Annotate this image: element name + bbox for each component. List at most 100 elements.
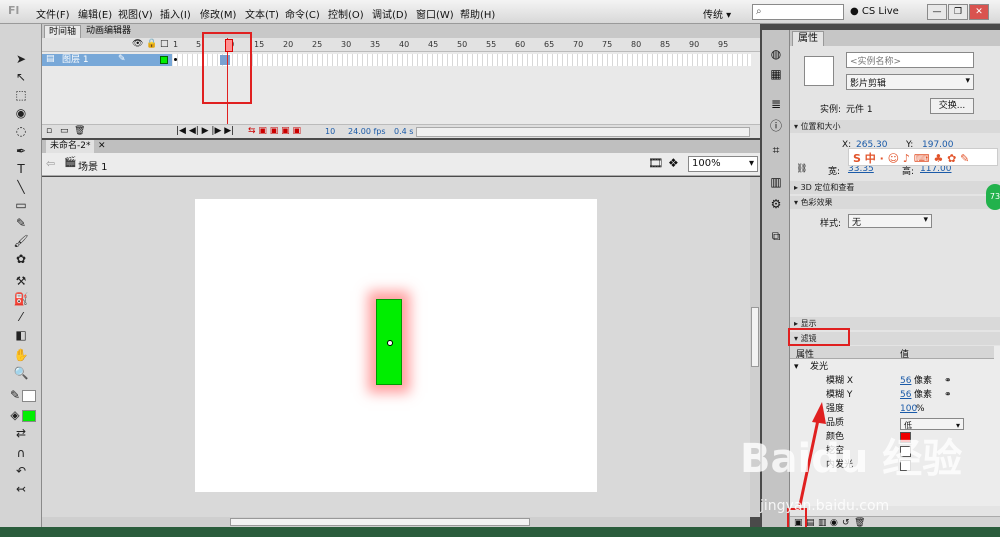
menu-window[interactable]: 窗口(W) <box>416 6 454 21</box>
menu-debug[interactable]: 调试(D) <box>372 6 408 21</box>
movie-clip-instance[interactable] <box>376 299 402 385</box>
3d-rotation-tool-icon[interactable]: ◉ <box>12 104 30 122</box>
outline-icon[interactable]: □ <box>160 39 169 49</box>
delete-layer-icon[interactable]: 🗑 <box>74 126 85 136</box>
document-tab[interactable]: 未命名-2* <box>46 140 95 153</box>
help-search-input[interactable]: ⌕ <box>752 4 844 20</box>
menu-view[interactable]: 视图(V) <box>118 6 153 21</box>
menu-insert[interactable]: 插入(I) <box>160 6 191 21</box>
back-arrow-icon[interactable]: ⇦ <box>46 157 55 170</box>
link-icon[interactable]: ⚭ <box>944 375 952 388</box>
smooth-icon[interactable]: ↶ <box>12 462 30 480</box>
layer-name[interactable]: 图层 1 <box>42 54 172 66</box>
chevron-down-icon: ▾ <box>923 215 928 225</box>
layer-row[interactable]: 图层 1 ▤ ✎ <box>42 54 760 66</box>
line-tool-icon[interactable]: ╲ <box>12 178 30 196</box>
playback-controls-icon[interactable]: |◀ ◀| ▶ |▶ ▶| <box>176 126 234 136</box>
rectangle-tool-icon[interactable]: ▭ <box>12 196 30 214</box>
blur-x-value[interactable]: 56 <box>900 375 911 388</box>
edit-symbols-icon[interactable]: ❖ <box>668 156 679 170</box>
tab-properties[interactable]: 属性 <box>792 31 824 46</box>
info-panel-icon[interactable]: ⓘ <box>768 118 784 134</box>
stage-hscroll[interactable] <box>42 517 750 527</box>
color-panel-icon[interactable]: ◍ <box>768 46 784 62</box>
new-layer-icon[interactable]: ▫ <box>46 126 52 136</box>
eye-icon[interactable]: 👁 <box>132 39 143 49</box>
frame-rate[interactable]: 24.00 fps <box>348 127 386 136</box>
selection-tool-icon[interactable]: ➤ <box>12 50 30 68</box>
menu-commands[interactable]: 命令(C) <box>285 6 320 21</box>
onion-skin-icon[interactable]: ⇆ ▣ ▣ ▣ ▣ <box>248 126 301 136</box>
eyedropper-tool-icon[interactable]: ⁄ <box>12 308 30 326</box>
transform-panel-icon[interactable]: ⌗ <box>768 142 784 158</box>
tab-timeline[interactable]: 时间轴 <box>44 25 82 38</box>
section-3d[interactable]: ▸ 3D 定位和查看 <box>790 181 1000 194</box>
timeline-hscroll[interactable] <box>416 127 750 137</box>
link-icon[interactable]: ⚭ <box>944 389 952 402</box>
tab-motion-editor[interactable]: 动画编辑器 <box>82 25 135 38</box>
section-position-size[interactable]: ▾ 位置和大小 <box>790 120 1000 133</box>
menu-help[interactable]: 帮助(H) <box>460 6 495 21</box>
subselection-tool-icon[interactable]: ↖ <box>12 68 30 86</box>
pencil-icon: ✎ <box>118 54 126 64</box>
swap-colors-icon[interactable]: ⇄ <box>12 424 30 442</box>
menu-edit[interactable]: 编辑(E) <box>78 6 112 21</box>
current-frame[interactable]: 10 <box>325 127 335 136</box>
paint-bucket-tool-icon[interactable]: ⛽ <box>12 290 30 308</box>
hscroll-thumb[interactable] <box>230 518 530 526</box>
snap-magnet-icon[interactable]: ∩ <box>12 444 30 462</box>
swap-button[interactable]: 交换... <box>930 98 974 114</box>
deco-tool-icon[interactable]: ✿ <box>12 250 30 268</box>
scene-name[interactable]: 场景 1 <box>78 158 108 173</box>
bone-tool-icon[interactable]: ⚒ <box>12 272 30 290</box>
free-transform-tool-icon[interactable]: ⬚ <box>12 86 30 104</box>
close-button[interactable]: ✕ <box>969 4 989 20</box>
blur-y-value[interactable]: 56 <box>900 389 911 402</box>
library-panel-icon[interactable]: ▥ <box>768 174 784 190</box>
style-select[interactable]: 无 ▾ <box>848 214 932 228</box>
stage[interactable] <box>195 199 597 492</box>
floating-badge[interactable]: 73 <box>986 184 1000 210</box>
stroke-color-swatch[interactable] <box>22 390 36 402</box>
filter-row-glow[interactable]: ▾ 发光 <box>790 361 994 374</box>
ime-toolbar[interactable]: S 中 · ☺ ♪ ⌨ ♣ ✿ ✎ <box>848 148 998 166</box>
instance-type-select[interactable]: 影片剪辑 ▾ <box>846 74 974 90</box>
layer-color-swatch[interactable] <box>160 56 168 64</box>
menu-text[interactable]: 文本(T) <box>245 6 279 21</box>
workspace-switcher[interactable]: 传统 ▾ <box>700 4 744 21</box>
brush-tool-icon[interactable]: 🖌 <box>12 232 30 250</box>
align-panel-icon[interactable]: ≣ <box>768 96 784 112</box>
menu-modify[interactable]: 修改(M) <box>200 6 236 21</box>
instance-name-input[interactable]: <实例名称> <box>846 52 974 68</box>
pencil-tool-icon[interactable]: ✎ <box>12 214 30 232</box>
section-color-effect[interactable]: ▾ 色彩效果 <box>790 196 1000 209</box>
motion-presets-icon[interactable]: ⚙ <box>768 196 784 212</box>
frame-cells[interactable] <box>173 54 751 66</box>
close-tab-icon[interactable]: ✕ <box>98 140 106 153</box>
maximize-button[interactable]: ❐ <box>948 4 968 20</box>
new-folder-icon[interactable]: ▭ <box>60 126 69 136</box>
zoom-select[interactable]: 100% ▾ <box>688 156 758 172</box>
menu-control[interactable]: 控制(O) <box>328 6 364 21</box>
strength-value[interactable]: 100 <box>900 403 917 416</box>
width-label: 宽: <box>828 167 841 177</box>
pen-tool-icon[interactable]: ✒ <box>12 142 30 160</box>
straighten-icon[interactable]: ↢ <box>12 480 30 498</box>
fill-color-swatch[interactable] <box>22 410 36 422</box>
hand-tool-icon[interactable]: ✋ <box>12 346 30 364</box>
swatches-panel-icon[interactable]: ▦ <box>768 66 784 82</box>
vscroll-thumb[interactable] <box>751 307 759 367</box>
edit-scene-icon[interactable]: 🎞 <box>648 156 663 170</box>
cs-live-button[interactable]: ● CS Live <box>850 6 899 17</box>
eraser-tool-icon[interactable]: ◧ <box>12 326 30 344</box>
zoom-tool-icon[interactable]: 🔍 <box>12 364 30 382</box>
text-tool-icon[interactable]: T <box>12 160 30 178</box>
lock-ratio-icon[interactable]: ⛓ <box>796 164 807 174</box>
keyframe-marker[interactable] <box>174 58 177 61</box>
components-panel-icon[interactable]: ⧉ <box>768 228 784 244</box>
chevron-down-icon: ▾ <box>794 362 799 372</box>
lasso-tool-icon[interactable]: ◌ <box>12 122 30 140</box>
lock-icon[interactable]: 🔒 <box>146 39 157 49</box>
minimize-button[interactable]: — <box>927 4 947 20</box>
menu-file[interactable]: 文件(F) <box>36 6 70 21</box>
